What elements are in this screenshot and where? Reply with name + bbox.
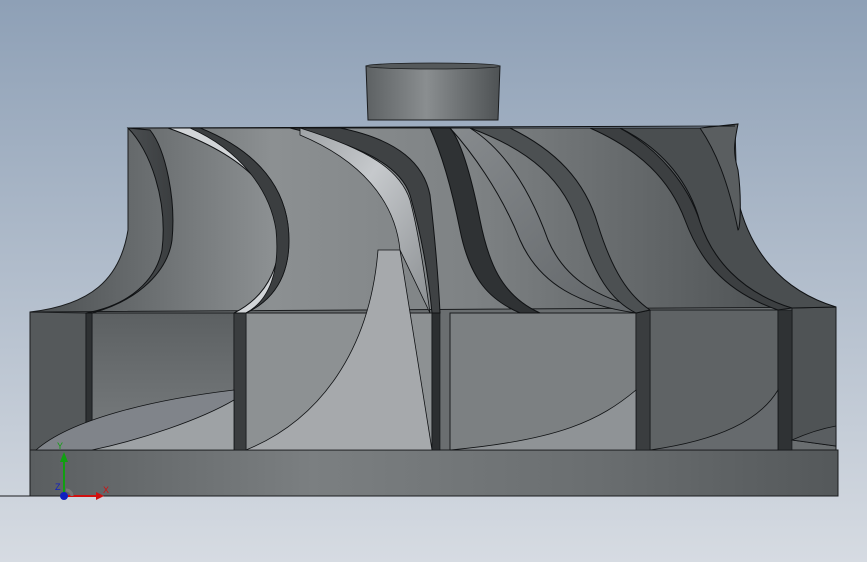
x-axis-label: X [103,485,110,495]
coordinate-triad: X Y Z [50,440,110,506]
model-view[interactable] [0,0,867,562]
impeller-base[interactable] [0,449,839,497]
z-axis-label: Z [55,482,61,492]
impeller-shaft[interactable] [365,62,501,121]
y-axis-label: Y [57,441,64,451]
y-axis-arrowhead [60,452,68,462]
graphics-viewport[interactable]: X Y Z [0,0,867,562]
z-axis-dot [60,492,68,500]
